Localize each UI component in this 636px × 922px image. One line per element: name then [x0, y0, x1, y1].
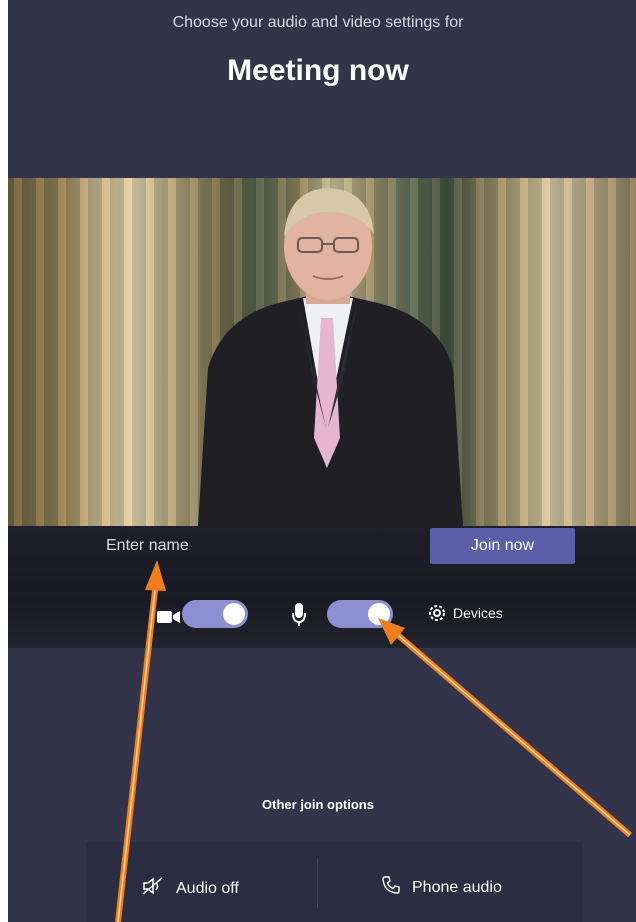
devices-button[interactable]: Devices: [453, 605, 503, 621]
camera-toggle-knob: [223, 603, 245, 625]
microphone-icon: [292, 603, 306, 632]
options-divider: [317, 858, 318, 908]
name-input[interactable]: [98, 530, 416, 562]
other-join-options-heading: Other join options: [262, 797, 374, 812]
participant-video-image: [198, 188, 463, 526]
audio-off-label: Audio off: [176, 879, 239, 897]
microphone-toggle[interactable]: [327, 600, 393, 628]
phone-audio-label: Phone audio: [412, 878, 502, 896]
gear-icon: [426, 602, 448, 629]
phone-audio-button[interactable]: Phone audio: [382, 876, 502, 899]
speaker-off-icon: [142, 876, 164, 901]
microphone-toggle-knob: [368, 603, 390, 625]
camera-toggle[interactable]: [182, 600, 248, 628]
video-preview: [8, 178, 636, 526]
join-now-button[interactable]: Join now: [430, 528, 575, 564]
phone-icon: [382, 876, 400, 899]
meeting-title: Meeting now: [227, 54, 409, 87]
camera-icon: [157, 609, 181, 630]
prejoin-subtitle: Choose your audio and video settings for: [172, 14, 464, 31]
audio-off-button[interactable]: Audio off: [142, 876, 239, 901]
